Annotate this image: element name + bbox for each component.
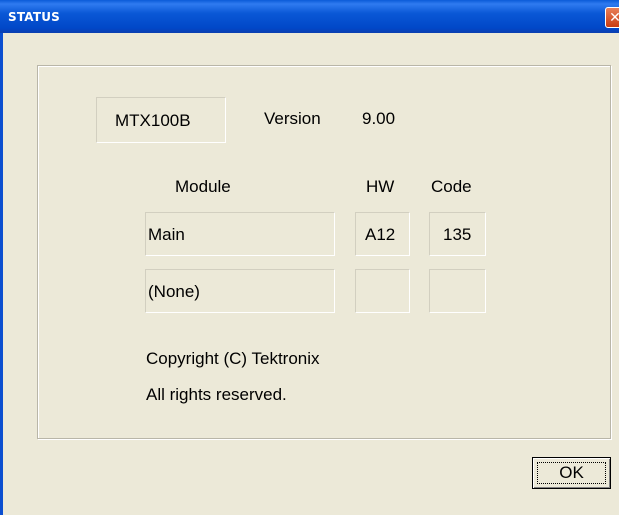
hw-field-2 <box>355 269 410 313</box>
ok-button[interactable]: OK <box>532 457 611 489</box>
close-button[interactable]: ✕ <box>605 7 619 28</box>
hw-header: HW <box>366 177 395 196</box>
close-icon: ✕ <box>609 10 619 26</box>
module-field-2: (None) <box>145 269 335 313</box>
version-label: Version <box>264 109 321 128</box>
title-bar[interactable]: STATUS ✕ <box>0 0 619 33</box>
code-field-1: 135 <box>429 212 486 256</box>
window-title: STATUS <box>8 10 61 24</box>
hw-value-1: A12 <box>365 225 396 244</box>
code-field-2 <box>429 269 486 313</box>
focus-rect <box>537 462 606 484</box>
version-value: 9.00 <box>362 109 396 128</box>
status-dialog: STATUS ✕ MTX100B Version 9.00 Module HW … <box>0 0 619 515</box>
copyright-text: Copyright (C) Tektronix <box>146 349 320 368</box>
dialog-content: MTX100B Version 9.00 Module HW Code Main… <box>3 33 619 515</box>
module-field-1: Main <box>145 212 335 256</box>
model-value: MTX100B <box>115 111 191 130</box>
code-value-1: 135 <box>443 225 472 244</box>
model-field: MTX100B <box>96 97 226 143</box>
module-value-2: (None) <box>148 282 200 301</box>
hw-field-1: A12 <box>355 212 410 256</box>
module-value-1: Main <box>148 225 185 244</box>
rights-text: All rights reserved. <box>146 385 287 404</box>
code-header: Code <box>431 177 472 196</box>
module-header: Module <box>175 177 231 196</box>
